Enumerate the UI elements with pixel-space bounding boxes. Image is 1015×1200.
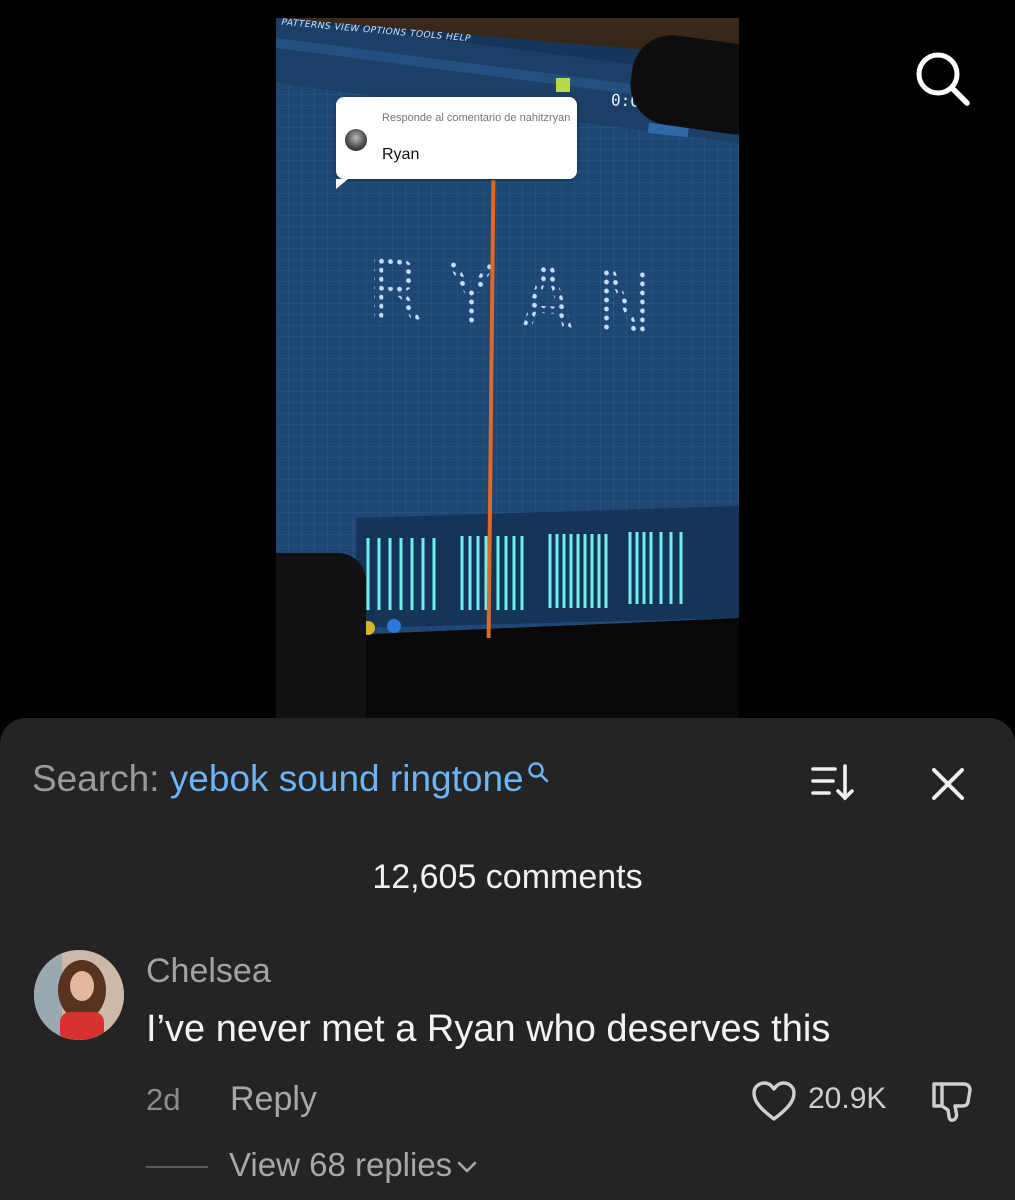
like-count: 20.9K xyxy=(808,1082,887,1115)
view-replies-button[interactable]: View 68 replies xyxy=(229,1146,478,1184)
phone-silhouette xyxy=(276,553,366,718)
comment-count: 12,605 comments xyxy=(372,858,643,896)
search-icon[interactable] xyxy=(912,48,972,108)
comment-text: I’ve never met a Ryan who deserves this xyxy=(146,1008,831,1050)
search-prefix: Search: xyxy=(32,758,160,799)
view-replies-label: View 68 replies xyxy=(229,1146,453,1183)
search-small-icon xyxy=(527,762,548,783)
piano-roll-text: RYAN xyxy=(368,238,673,359)
reply-card-label: Responde al comentario de nahitzryan xyxy=(382,112,571,124)
dislike-icon[interactable] xyxy=(928,1078,976,1124)
comment-username[interactable]: Chelsea xyxy=(146,952,271,991)
chevron-down-icon xyxy=(457,1161,477,1173)
comment-age: 2d xyxy=(146,1082,181,1117)
comments-panel: Search: yebok sound ringtone 12,605 comm… xyxy=(0,718,1015,1200)
sort-icon[interactable] xyxy=(808,760,858,804)
close-icon[interactable] xyxy=(926,762,970,806)
search-suggestion[interactable]: Search: yebok sound ringtone xyxy=(32,758,550,800)
reply-avatar xyxy=(345,129,367,151)
avatar[interactable] xyxy=(34,950,124,1040)
reply-card-text: Ryan xyxy=(382,146,420,163)
heart-icon[interactable] xyxy=(751,1080,797,1122)
reply-to-comment-card[interactable]: Responde al comentario de nahitzryan Rya… xyxy=(336,97,577,189)
reply-button[interactable]: Reply xyxy=(230,1080,317,1119)
replies-divider xyxy=(146,1166,208,1168)
search-query-link[interactable]: yebok sound ringtone xyxy=(170,758,524,799)
